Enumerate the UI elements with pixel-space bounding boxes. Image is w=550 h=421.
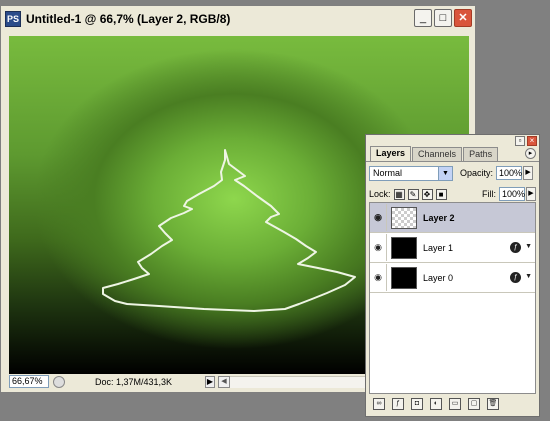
- eye-icon[interactable]: ◉: [370, 204, 387, 231]
- new-group-icon[interactable]: ▭: [449, 398, 461, 410]
- link-layers-icon[interactable]: ∞: [373, 398, 385, 410]
- document-titlebar[interactable]: PS Untitled-1 @ 66,7% (Layer 2, RGB/8) _…: [1, 6, 475, 32]
- layer-style-icon[interactable]: ƒ: [392, 398, 404, 410]
- delete-layer-icon[interactable]: 🗑: [487, 398, 499, 410]
- layer-row[interactable]: ◉ Layer 2: [370, 203, 535, 233]
- minimize-button[interactable]: _: [414, 9, 432, 27]
- layer-name: Layer 2: [423, 212, 455, 223]
- scroll-left-icon[interactable]: ◀: [218, 375, 230, 388]
- layer-row[interactable]: ◉ Layer 0 ƒ ▼: [370, 263, 535, 293]
- lock-label: Lock:: [369, 189, 391, 199]
- layer-thumbnail: [391, 236, 417, 259]
- zoom-field[interactable]: 66,67%: [9, 375, 49, 388]
- layer-thumbnail: [391, 206, 417, 229]
- close-button[interactable]: ✕: [454, 9, 472, 27]
- opacity-label: Opacity:: [460, 168, 494, 178]
- layer-name: Layer 0: [423, 272, 454, 283]
- panel-close-button[interactable]: ×: [527, 136, 537, 146]
- fill-label: Fill:: [482, 189, 496, 199]
- doc-info-text: Doc: 1,37M/431,3K: [95, 376, 173, 387]
- tab-layers[interactable]: Layers: [370, 146, 412, 161]
- document-title: Untitled-1 @ 66,7% (Layer 2, RGB/8): [26, 12, 231, 26]
- lock-transparency-icon[interactable]: ▦: [393, 188, 405, 200]
- panel-bottom-toolbar: ∞ ƒ ◘ ◐ ▭ ▢ 🗑: [369, 395, 536, 413]
- lock-position-icon[interactable]: ✥: [421, 188, 433, 200]
- chevron-down-icon[interactable]: ▼: [438, 166, 452, 180]
- layer-row[interactable]: ◉ Layer 1 ƒ ▼: [370, 233, 535, 263]
- layers-panel: ▫ × Layers Channels Paths ▸ Normal ▼ Opa…: [365, 134, 540, 417]
- eye-icon[interactable]: ◉: [370, 264, 387, 291]
- panel-menu-icon[interactable]: ▸: [525, 148, 536, 159]
- lock-all-icon[interactable]: ■: [435, 188, 447, 200]
- layer-effects-icon[interactable]: ƒ: [510, 242, 521, 253]
- layer-effects-icon[interactable]: ƒ: [510, 272, 521, 283]
- status-info-icon[interactable]: [53, 375, 65, 388]
- blend-row: Normal ▼ Opacity: 100% ▶: [366, 161, 539, 184]
- blend-mode-value: Normal: [373, 168, 403, 178]
- expand-effects-icon[interactable]: ▼: [525, 273, 532, 280]
- opacity-field[interactable]: 100%: [496, 166, 522, 180]
- lock-image-icon[interactable]: ✎: [407, 188, 419, 200]
- status-menu-arrow-icon[interactable]: ▶: [205, 375, 215, 388]
- tab-channels[interactable]: Channels: [412, 147, 463, 161]
- maximize-button[interactable]: □: [434, 9, 452, 27]
- opacity-arrow-icon[interactable]: ▶: [523, 166, 534, 180]
- panel-tabs: Layers Channels Paths ▸: [366, 146, 539, 161]
- photoshop-icon: PS: [5, 11, 21, 27]
- lock-row: Lock: ▦ ✎ ✥ ■ Fill: 100% ▶: [366, 184, 539, 204]
- new-layer-icon[interactable]: ▢: [468, 398, 480, 410]
- layer-name: Layer 1: [423, 242, 454, 253]
- adjustment-layer-icon[interactable]: ◐: [430, 398, 442, 410]
- blend-mode-select[interactable]: Normal ▼: [369, 165, 453, 181]
- layer-thumbnail: [391, 266, 417, 289]
- fill-arrow-icon[interactable]: ▶: [526, 187, 536, 201]
- panel-minimize-button[interactable]: ▫: [515, 136, 525, 146]
- tab-paths[interactable]: Paths: [463, 147, 499, 161]
- layers-list: ◉ Layer 2 ◉ Layer 1 ƒ ▼ ◉ Layer 0 ƒ ▼: [369, 202, 536, 394]
- eye-icon[interactable]: ◉: [370, 234, 387, 261]
- layer-mask-icon[interactable]: ◘: [411, 398, 423, 410]
- expand-effects-icon[interactable]: ▼: [525, 243, 532, 250]
- fill-field[interactable]: 100%: [499, 187, 525, 201]
